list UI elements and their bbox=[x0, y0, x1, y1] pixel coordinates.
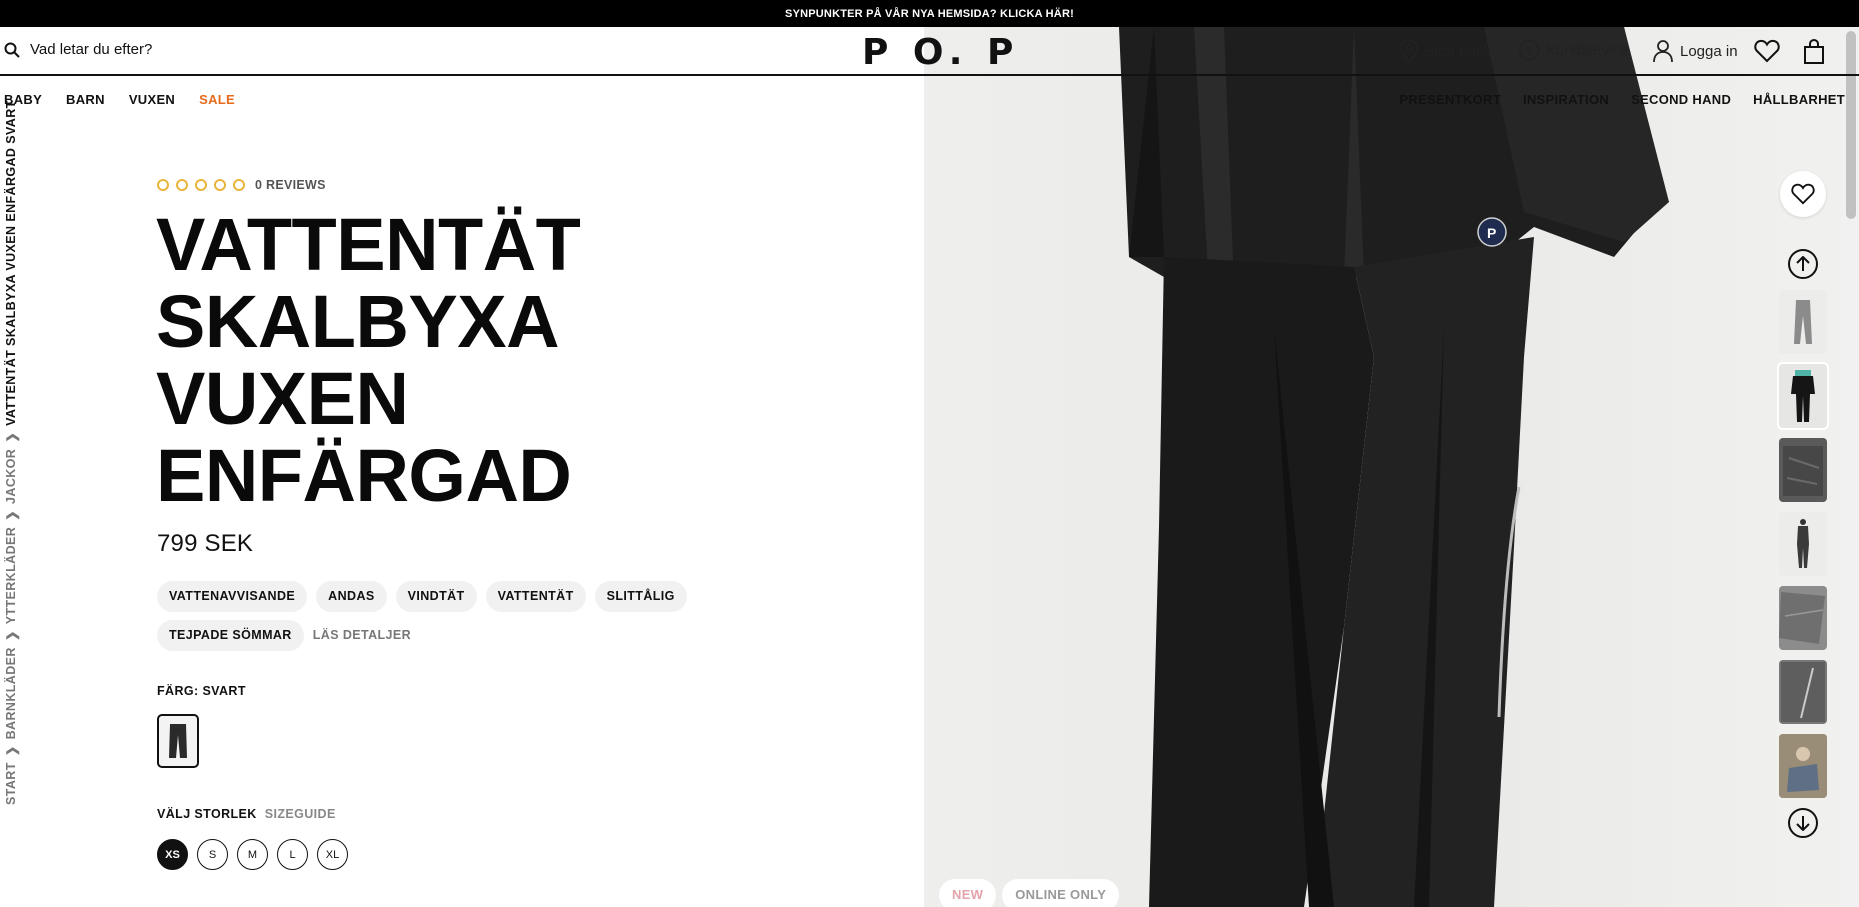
feature-tag: ANDAS bbox=[316, 581, 387, 612]
announcement-bar[interactable]: SYNPUNKTER PÅ VÅR NYA HEMSIDA? KLICKA HÄ… bbox=[0, 0, 1859, 27]
nav-hallbarhet[interactable]: HÅLLBARHET bbox=[1753, 92, 1845, 107]
gallery-thumbnail[interactable] bbox=[1779, 660, 1827, 724]
trousers-thumbnail-icon bbox=[169, 724, 187, 758]
rating-circle-icon bbox=[214, 179, 226, 191]
search-input[interactable]: Vad letar du efter? bbox=[30, 41, 152, 58]
size-option-m[interactable]: M bbox=[237, 839, 268, 870]
feature-tag: VATTENAVVISANDE bbox=[157, 581, 308, 612]
rating-circle-icon bbox=[233, 179, 245, 191]
gallery-thumbnail[interactable] bbox=[1779, 512, 1827, 576]
product-rating[interactable]: 0 REVIEWS bbox=[157, 178, 326, 192]
page-scrollbar[interactable] bbox=[1843, 27, 1859, 907]
breadcrumb-separator: ❯ bbox=[5, 745, 19, 757]
size-label-text: VÄLJ STORLEK bbox=[157, 807, 257, 821]
wishlist-button[interactable] bbox=[1754, 39, 1780, 68]
help-icon: ? bbox=[1518, 39, 1540, 61]
rating-circle-icon bbox=[176, 179, 188, 191]
sizeguide-link[interactable]: SIZEGUIDE bbox=[265, 807, 336, 821]
gallery-thumbnail[interactable] bbox=[1779, 586, 1827, 650]
breadcrumb-jackor[interactable]: JACKOR bbox=[4, 449, 19, 504]
details-link[interactable]: LÄS DETALJER bbox=[313, 620, 423, 651]
gallery-thumbnail[interactable] bbox=[1779, 438, 1827, 502]
heart-icon bbox=[1754, 39, 1780, 63]
secondary-nav: PRESENTKORT INSPIRATION SECOND HAND HÅLL… bbox=[1399, 92, 1845, 107]
size-option-xs[interactable]: XS bbox=[157, 839, 188, 870]
nav-vuxen[interactable]: VUXEN bbox=[129, 92, 175, 107]
color-label: FÄRG: SVART bbox=[157, 684, 246, 698]
product-title-line: VATTENTÄT bbox=[156, 203, 581, 286]
product-badges: NEW ONLINE ONLY bbox=[939, 879, 1120, 907]
breadcrumb-separator: ❯ bbox=[5, 630, 19, 642]
gallery-down-button[interactable] bbox=[1788, 808, 1818, 838]
feature-tag: SLITTÅLIG bbox=[594, 581, 687, 612]
size-option-s[interactable]: S bbox=[197, 839, 228, 870]
login-label[interactable]: Logga in bbox=[1680, 43, 1738, 60]
svg-text:P: P bbox=[1487, 225, 1496, 241]
size-option-xl[interactable]: XL bbox=[317, 839, 348, 870]
user-icon bbox=[1653, 40, 1673, 63]
rating-circle-icon bbox=[157, 179, 169, 191]
location-pin-icon bbox=[1400, 39, 1418, 63]
main-nav: BABY BARN VUXEN SALE bbox=[4, 92, 235, 107]
heart-icon bbox=[1791, 183, 1815, 205]
color-swatch-black[interactable] bbox=[157, 714, 199, 768]
nav-second-hand[interactable]: SECOND HAND bbox=[1631, 92, 1731, 107]
rating-circle-icon bbox=[195, 179, 207, 191]
arrow-down-icon bbox=[1796, 816, 1810, 831]
find-store-label[interactable]: Hitta butik bbox=[1424, 43, 1491, 60]
search-icon bbox=[4, 42, 20, 58]
breadcrumb: START ❯ BARNKLÄDER ❯ YTTERKLÄDER ❯ JACKO… bbox=[4, 100, 19, 805]
customer-service-link[interactable]: ? Kundservice bbox=[1518, 39, 1629, 61]
cart-button[interactable] bbox=[1803, 38, 1825, 70]
add-to-wishlist-button[interactable] bbox=[1780, 171, 1826, 217]
nav-barn[interactable]: BARN bbox=[66, 92, 105, 107]
svg-text:?: ? bbox=[1526, 44, 1533, 58]
site-header: Vad letar du efter? P O. P Hitta butik ?… bbox=[0, 27, 1859, 76]
reviews-count[interactable]: 0 REVIEWS bbox=[255, 178, 326, 192]
size-options: XS S M L XL bbox=[157, 839, 348, 870]
new-badge: NEW bbox=[939, 879, 997, 907]
product-title-line: SKALBYXA bbox=[156, 280, 560, 363]
size-selector-label: VÄLJ STORLEK SIZEGUIDE bbox=[157, 807, 336, 821]
nav-sale[interactable]: SALE bbox=[199, 92, 235, 107]
feature-tags: VATTENAVVISANDE ANDAS VINDTÄT VATTENTÄT … bbox=[157, 581, 697, 651]
breadcrumb-start[interactable]: START bbox=[4, 762, 19, 805]
bag-icon bbox=[1804, 38, 1824, 64]
product-image[interactable]: P bbox=[924, 27, 1859, 907]
search-bar[interactable]: Vad letar du efter? bbox=[4, 41, 152, 58]
login-link[interactable]: Logga in bbox=[1652, 39, 1738, 63]
breadcrumb-current: VATTENTÄT SKALBYXA VUXEN ENFÄRGAD SVART bbox=[4, 100, 18, 426]
feature-tag: VINDTÄT bbox=[395, 581, 477, 612]
gallery-thumbnail[interactable] bbox=[1779, 734, 1827, 798]
gallery-thumbnails bbox=[1777, 290, 1829, 808]
breadcrumb-separator: ❯ bbox=[5, 431, 19, 443]
nav-inspiration[interactable]: INSPIRATION bbox=[1523, 92, 1609, 107]
gallery-up-button[interactable] bbox=[1788, 249, 1818, 279]
nav-baby[interactable]: BABY bbox=[4, 92, 42, 107]
breadcrumb-separator: ❯ bbox=[5, 509, 19, 521]
size-option-l[interactable]: L bbox=[277, 839, 308, 870]
customer-service-label[interactable]: Kundservice bbox=[1546, 42, 1629, 59]
gallery-thumbnail[interactable] bbox=[1777, 362, 1829, 430]
arrow-up-icon bbox=[1796, 256, 1810, 271]
feature-tag: TEJPADE SÖMMAR bbox=[157, 620, 304, 651]
gallery-thumbnail[interactable] bbox=[1779, 290, 1827, 354]
online-only-badge: ONLINE ONLY bbox=[1002, 879, 1120, 907]
site-logo[interactable]: P O. P bbox=[862, 32, 1019, 73]
breadcrumb-ytterklader[interactable]: YTTERKLÄDER bbox=[4, 527, 19, 624]
feature-tag: VATTENTÄT bbox=[485, 581, 586, 612]
product-title: VATTENTÄT SKALBYXA VUXEN ENFÄRGAD bbox=[156, 203, 581, 517]
product-price: 799 SEK bbox=[157, 530, 254, 557]
find-store-link[interactable]: Hitta butik bbox=[1400, 39, 1491, 63]
nav-presentkort[interactable]: PRESENTKORT bbox=[1399, 92, 1501, 107]
header-divider bbox=[0, 74, 1859, 76]
product-title-line: ENFÄRGAD bbox=[156, 434, 572, 517]
product-title-line: VUXEN bbox=[156, 357, 409, 440]
breadcrumb-barnklader[interactable]: BARNKLÄDER bbox=[4, 647, 19, 739]
